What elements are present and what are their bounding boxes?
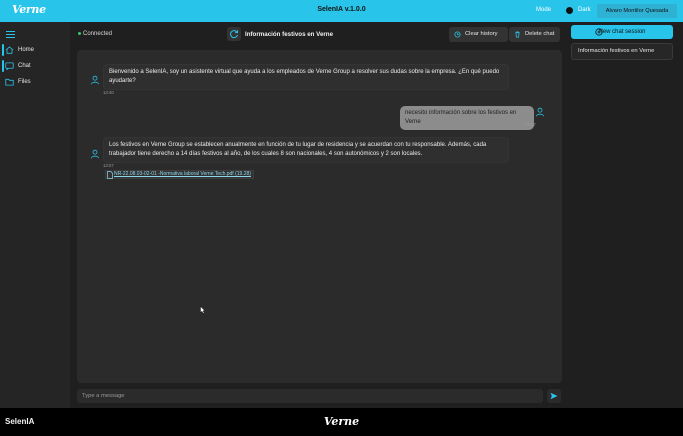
sidebar-item-label: Chat	[18, 63, 31, 69]
active-indicator	[2, 44, 4, 56]
hamburger-menu-icon[interactable]	[6, 31, 15, 38]
sidebar-item-label: Home	[18, 47, 35, 53]
active-indicator	[2, 60, 4, 72]
connection-status: Connected	[83, 31, 113, 37]
new-chat-icon	[595, 28, 603, 36]
message-timestamp: 13:57	[103, 163, 114, 168]
mode-toggle[interactable]	[566, 7, 573, 14]
home-icon	[5, 46, 14, 54]
message-bubble-bot: Bienvenido a SelenIA, soy un asistente v…	[103, 64, 509, 90]
message-timestamp: 13:40	[103, 90, 114, 95]
chat-messages-panel[interactable]	[77, 50, 562, 383]
refresh-icon	[230, 30, 238, 39]
chat-header: Connected Información festivos en Verne …	[72, 24, 566, 46]
message-input-container	[77, 389, 543, 403]
attachment-link[interactable]: NR-22.08.03-02-01 -Normativa laboral Ver…	[105, 170, 254, 179]
mouse-cursor-icon	[200, 306, 206, 314]
sidebar-item-home[interactable]: Home	[0, 43, 70, 57]
verne-logo[interactable]: Verne	[12, 3, 46, 16]
message-bubble-bot: Los festivos en Verne Group se establece…	[103, 137, 509, 163]
message-input[interactable]	[77, 389, 543, 403]
bot-avatar-icon	[91, 75, 99, 85]
connection-status-dot	[78, 32, 81, 35]
folder-icon	[5, 78, 14, 86]
delete-chat-button[interactable]: Delete chat	[509, 27, 560, 42]
clear-icon	[454, 31, 461, 38]
user-avatar-icon	[536, 107, 544, 117]
footer-verne-logo: Verne	[323, 415, 360, 428]
sidebar-item-files[interactable]: Files	[0, 75, 70, 89]
user-menu-button[interactable]: Alvaro Montilor Quesada	[597, 4, 677, 18]
mode-value: Dark	[578, 7, 591, 13]
refresh-button[interactable]	[227, 27, 241, 41]
send-icon	[550, 392, 558, 400]
sidebar-item-label: Files	[18, 79, 31, 85]
chat-title: Información festivos en Verne	[245, 31, 334, 38]
mode-label: Mode	[536, 7, 552, 13]
chat-icon	[5, 62, 14, 70]
bot-avatar-icon	[91, 149, 99, 159]
message-timestamp: 13:57	[525, 122, 536, 127]
chat-session-item[interactable]: Información festivos en Verne	[571, 43, 673, 60]
file-icon	[107, 171, 113, 179]
sidebar: Home Chat Files	[0, 22, 70, 408]
trash-icon	[515, 31, 520, 38]
message-bubble-user: necesito información sobre los festivos …	[400, 106, 534, 130]
top-bar: Verne SelenIA v.1.0.0 Mode Dark Alvaro M…	[0, 0, 683, 22]
clear-history-button[interactable]: Clear history	[449, 27, 508, 42]
new-chat-session-button[interactable]: New chat session	[571, 25, 673, 39]
send-button[interactable]	[547, 389, 561, 403]
footer: SelenIA Verne	[0, 408, 683, 436]
sidebar-item-chat[interactable]: Chat	[0, 59, 70, 73]
